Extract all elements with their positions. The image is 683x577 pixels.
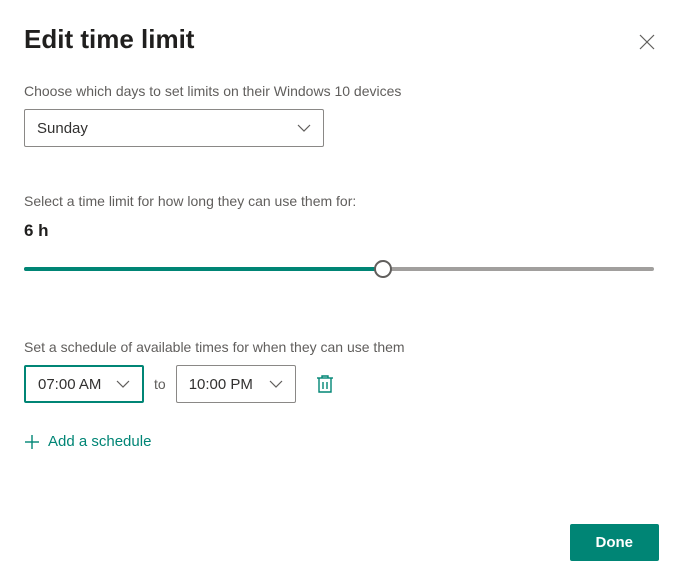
close-icon [639,34,655,50]
limit-value: 6 h [24,221,659,241]
schedule-row: 07:00 AM to 10:00 PM [24,365,659,403]
schedule-label: Set a schedule of available times for wh… [24,339,659,355]
edit-time-limit-dialog: Edit time limit Choose which days to set… [0,0,683,577]
schedule-to-value: 10:00 PM [189,376,253,393]
trash-icon [316,374,334,394]
schedule-from-value: 07:00 AM [38,376,101,393]
limit-label: Select a time limit for how long they ca… [24,193,659,209]
schedule-from-select[interactable]: 07:00 AM [24,365,144,403]
slider-thumb[interactable] [374,260,392,278]
days-label: Choose which days to set limits on their… [24,83,659,99]
add-schedule-button[interactable]: Add a schedule [24,433,659,450]
schedule-to-select[interactable]: 10:00 PM [176,365,296,403]
plus-icon [24,434,40,450]
add-schedule-label: Add a schedule [48,433,151,450]
delete-schedule-button[interactable] [316,374,336,394]
chevron-down-icon [297,119,311,137]
slider-fill [24,267,383,271]
day-select[interactable]: Sunday [24,109,324,147]
chevron-down-icon [269,375,283,393]
chevron-down-icon [116,375,130,393]
done-button[interactable]: Done [570,524,660,561]
close-button[interactable] [635,30,659,54]
schedule-to-word: to [154,376,166,392]
dialog-title: Edit time limit [24,24,659,55]
time-limit-slider[interactable] [24,259,654,279]
day-select-value: Sunday [37,120,88,137]
